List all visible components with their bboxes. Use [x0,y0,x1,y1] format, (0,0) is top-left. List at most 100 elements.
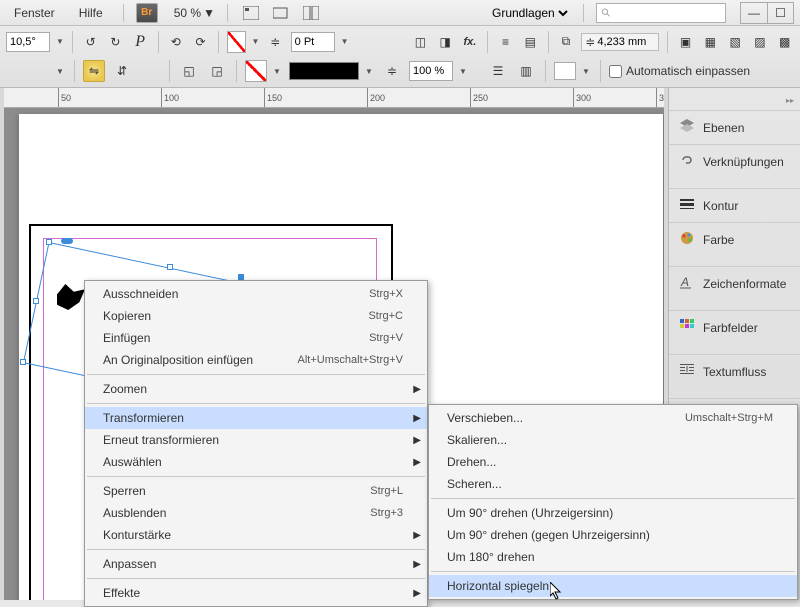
menu-item[interactable]: KopierenStrg+C [85,305,427,327]
menu-separator [87,374,425,375]
columns-icon[interactable]: ▥ [515,60,537,82]
no-stroke-swatch[interactable] [227,31,246,53]
menu-item[interactable]: Transformieren▶ [85,407,427,429]
workspace-select[interactable]: Grundlagen [488,5,571,21]
menu-label: Effekte [103,586,403,600]
chevron-down-icon[interactable]: ▼ [252,37,260,46]
corner-shape-swatch[interactable] [554,62,576,80]
selection-handle[interactable] [33,298,39,304]
selection-link-handle[interactable] [61,238,73,244]
autofit-checkbox[interactable]: Automatisch einpassen [609,64,750,78]
ruler-tick: 50 [58,88,71,108]
horizontal-ruler[interactable]: 50 100 150 200 250 300 35 [4,88,664,108]
frame-center-icon[interactable]: ▧ [726,31,745,53]
glyph-p-icon[interactable]: P [131,31,150,53]
selection-handle[interactable] [20,359,26,365]
frame-prop-icon[interactable]: ▩ [775,31,794,53]
frame-fit-icon[interactable]: ▣ [676,31,695,53]
menu-item[interactable]: Erneut transformieren▶ [85,429,427,451]
chevron-down-icon[interactable]: ▼ [56,67,66,76]
chevron-down-icon[interactable]: ▼ [582,67,592,76]
menu-item[interactable]: An Originalposition einfügenAlt+Umschalt… [85,349,427,371]
chevron-down-icon[interactable]: ▼ [459,67,469,76]
maximize-button[interactable]: ☐ [767,3,793,23]
menu-item[interactable]: Zoomen▶ [85,378,427,400]
menu-item[interactable]: Um 180° drehen [429,546,797,568]
stroke-stepper-icon[interactable]: ≑ [266,31,285,53]
select-content-icon[interactable]: ◲ [206,60,228,82]
rotate-ccw-icon[interactable]: ↺ [81,31,100,53]
menu-item[interactable]: Drehen... [429,451,797,473]
rotate-cw-icon[interactable]: ↻ [106,31,125,53]
menu-item[interactable]: Skalieren... [429,429,797,451]
stroke-pt-input[interactable] [291,32,335,52]
panel-item-color[interactable]: Farbe [669,222,800,256]
ruler-tick: 250 [470,88,488,108]
text-block-icon[interactable]: ▤ [521,31,540,53]
panel-item-links[interactable]: Verknüpfungen [669,144,800,178]
select-container-icon[interactable]: ◱ [178,60,200,82]
menu-item[interactable]: EinfügenStrg+V [85,327,427,349]
align-para-icon[interactable]: ≡ [496,31,515,53]
infront-icon[interactable]: ◨ [436,31,455,53]
behind-icon[interactable]: ◫ [411,31,430,53]
menu-hilfe[interactable]: Hilfe [71,3,111,23]
selection-handle[interactable] [46,239,52,245]
menu-separator [431,571,795,572]
opacity-stepper-icon[interactable]: ≑ [381,60,403,82]
selection-handle[interactable] [167,264,173,270]
menu-item[interactable]: AusschneidenStrg+X [85,283,427,305]
menu-item[interactable]: Um 90° drehen (Uhrzeigersinn) [429,502,797,524]
panel-item-layers[interactable]: Ebenen [669,110,800,144]
panel-item-stroke[interactable]: Kontur [669,188,800,222]
panel-item-charstyle[interactable]: AZeichenformate [669,266,800,300]
crop-icon[interactable]: ⧉ [557,31,576,53]
frame-content-icon[interactable]: ▨ [751,31,770,53]
menu-item[interactable]: Horizontal spiegeln [429,575,797,597]
panel-collapse-icon[interactable]: ▸▸ [669,96,800,110]
menu-fenster[interactable]: Fenster [6,3,63,23]
menu-label: Um 90° drehen (gegen Uhrzeigersinn) [447,528,773,542]
fx-icon[interactable]: fx. [461,31,480,53]
search-input[interactable] [616,7,721,19]
menu-item[interactable]: Um 90° drehen (gegen Uhrzeigersinn) [429,524,797,546]
view-options-icon[interactable] [240,3,262,23]
opacity-input[interactable] [409,61,453,81]
chevron-down-icon[interactable]: ▼ [365,67,375,76]
menu-item[interactable]: Scheren... [429,473,797,495]
panel-label: Ebenen [703,121,744,135]
menu-item[interactable]: Effekte▶ [85,582,427,604]
wrap-icon[interactable]: ☰ [487,60,509,82]
chevron-down-icon[interactable]: ▼ [56,37,64,46]
search-field[interactable] [596,3,726,23]
control-panel: ▼ ↺ ↻ P ⟲ ⟳ ▼ ≑ ▼ ◫ ◨ fx. ≡ ▤ ⧉ ≑ ▣ ▦ ▧ … [0,26,800,88]
flip-horizontal-icon[interactable]: ⇋ [83,60,105,82]
flip-ccw-icon[interactable]: ⟲ [166,31,185,53]
menubar: Fenster Hilfe Br 50 % ▼ Grundlagen — ☐ [0,0,800,26]
stroke-width-field[interactable]: ≑ [581,33,659,51]
menu-separator [87,403,425,404]
menu-label: Horizontal spiegeln [447,579,773,593]
panel-item-swatches[interactable]: Farbfelder [669,310,800,344]
menu-item[interactable]: Anpassen▶ [85,553,427,575]
chevron-down-icon[interactable]: ▼ [341,37,349,46]
menu-item[interactable]: AusblendenStrg+3 [85,502,427,524]
rotation-input[interactable] [6,32,50,52]
zoom-level[interactable]: 50 % ▼ [174,6,215,20]
chevron-down-icon[interactable]: ▼ [273,67,283,76]
panel-item-textwrap[interactable]: Textumfluss [669,354,800,388]
fill-black-swatch[interactable] [289,62,359,80]
stroke-width-input[interactable] [597,36,655,48]
menu-item[interactable]: Verschieben...Umschalt+Strg+M [429,407,797,429]
menu-item[interactable]: Konturstärke▶ [85,524,427,546]
menu-item[interactable]: Auswählen▶ [85,451,427,473]
no-fill-swatch[interactable] [245,60,267,82]
minimize-button[interactable]: — [741,3,767,23]
frame-fill-icon[interactable]: ▦ [701,31,720,53]
menu-item[interactable]: SperrenStrg+L [85,480,427,502]
screen-mode-icon[interactable] [270,3,292,23]
flip-cw-icon[interactable]: ⟳ [191,31,210,53]
arrange-icon[interactable] [300,3,322,23]
bridge-button[interactable]: Br [136,3,158,23]
flip-vertical-icon[interactable]: ⇵ [111,60,133,82]
